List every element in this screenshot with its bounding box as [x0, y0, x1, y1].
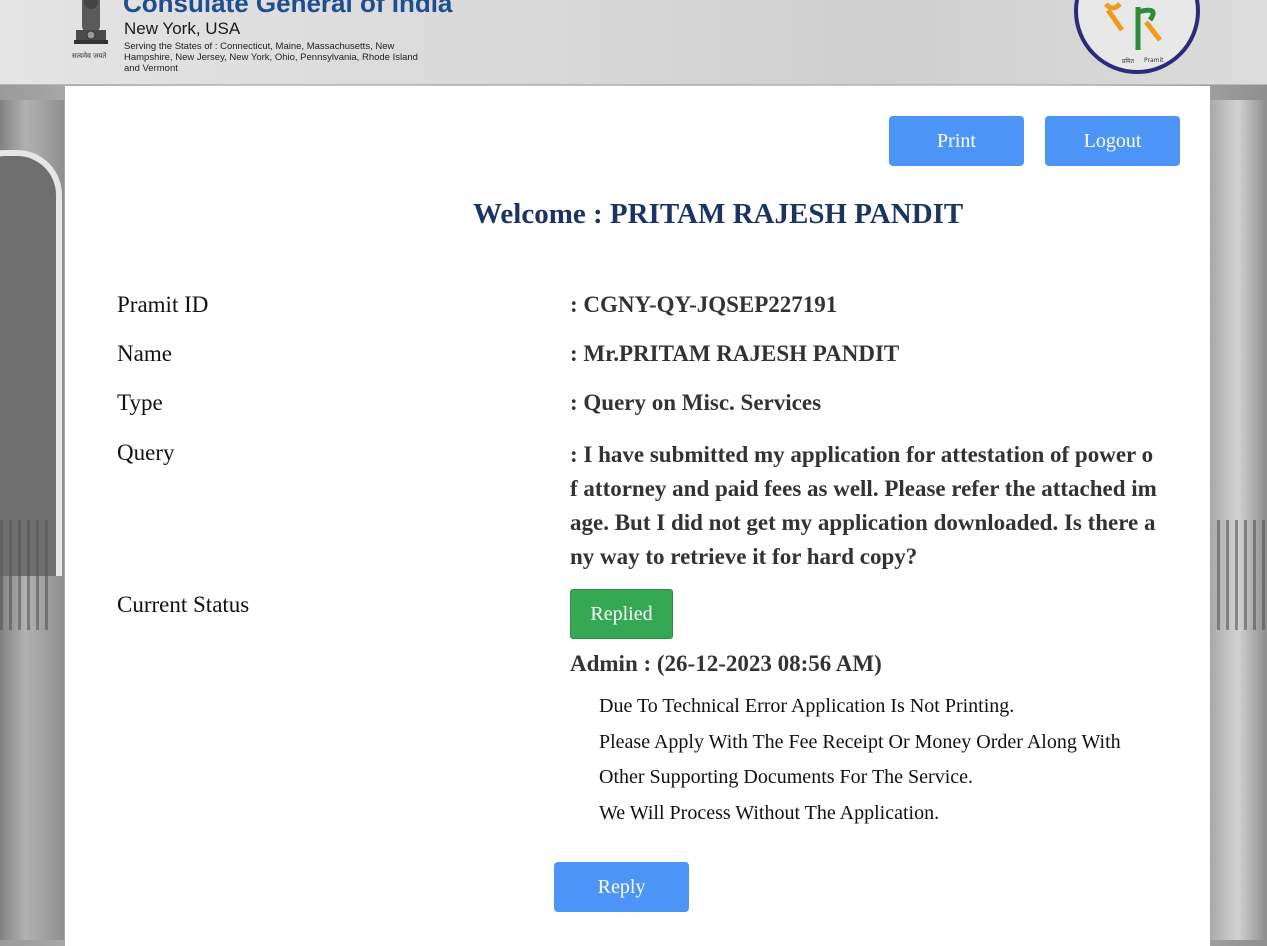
- type-label: Type: [117, 390, 163, 415]
- pramit-logo: प्रमित Pramit: [1074, 0, 1200, 74]
- logo-english-text: Pramit: [1144, 57, 1164, 64]
- reply-message: Due To Technical Error Application Is No…: [599, 689, 1169, 831]
- query-value: : I have submitted my application for at…: [570, 442, 1157, 569]
- pramit-id-label: Pramit ID: [117, 292, 209, 317]
- site-header: सत्यमेव जयते Consulate General of India …: [0, 0, 1267, 85]
- query-label: Query: [117, 440, 175, 465]
- status-badge: Replied: [570, 589, 673, 639]
- background-railing-left: [0, 520, 50, 630]
- name-label: Name: [117, 341, 172, 366]
- background-railing-right: [1217, 520, 1267, 630]
- background-arch: [0, 150, 62, 576]
- reply-author-timestamp: Admin : (26-12-2023 08:56 AM): [570, 651, 882, 676]
- name-value: : Mr.PRITAM RAJESH PANDIT: [570, 341, 900, 366]
- reply-button[interactable]: Reply: [554, 862, 689, 912]
- consulate-location: New York, USA: [124, 19, 241, 38]
- served-states: Serving the States of : Connecticut, Mai…: [124, 41, 418, 74]
- pramit-logo-icon: [1104, 2, 1162, 50]
- type-value: : Query on Misc. Services: [570, 390, 822, 415]
- welcome-heading: Welcome : PRITAM RAJESH PANDIT: [473, 198, 964, 230]
- current-status-label: Current Status: [117, 592, 250, 617]
- query-detail-card: Print Logout Welcome : PRITAM RAJESH PAN…: [65, 86, 1210, 946]
- reply-line: Please Apply With The Fee Receipt Or Mon…: [599, 730, 1121, 789]
- reply-line: Due To Technical Error Application Is No…: [599, 695, 1015, 717]
- emblem-caption: सत्यमेव जयते: [72, 52, 107, 60]
- logo-hindi-text: प्रमित: [1122, 58, 1134, 65]
- reply-line: We Will Process Without The Application.: [599, 801, 940, 824]
- pramit-id-value: : CGNY-QY-JQSEP227191: [570, 292, 838, 317]
- consulate-title: Consulate General of India: [123, 0, 453, 18]
- print-button[interactable]: Print: [889, 116, 1024, 166]
- logout-button[interactable]: Logout: [1045, 116, 1180, 166]
